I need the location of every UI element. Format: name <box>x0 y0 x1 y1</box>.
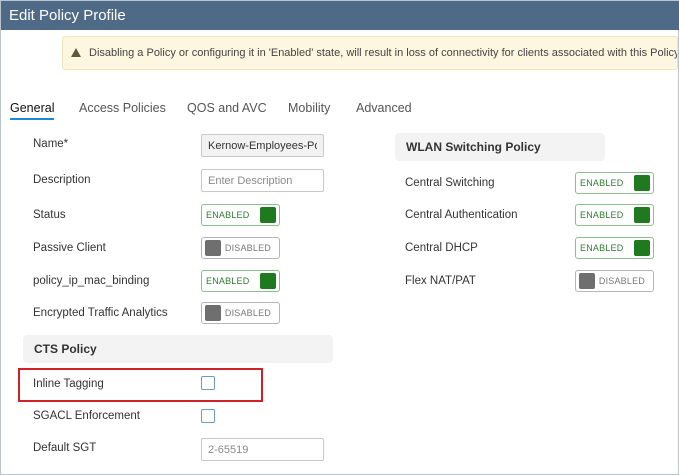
encrypted-traffic-analytics-toggle-text: DISABLED <box>224 308 271 318</box>
central-switching-label: Central Switching <box>405 177 495 189</box>
central-dhcp-toggle-text: ENABLED <box>580 243 624 253</box>
cts-policy-section-header: CTS Policy <box>23 335 333 363</box>
dialog-title: Edit Policy Profile <box>1 1 679 30</box>
sgacl-enforcement-checkbox[interactable] <box>201 409 215 423</box>
warning-alert: Disabling a Policy or configuring it in … <box>62 36 678 70</box>
wlan-switching-policy-section-header: WLAN Switching Policy <box>395 133 605 161</box>
toggle-knob <box>260 273 276 289</box>
central-dhcp-label: Central DHCP <box>405 242 478 254</box>
status-toggle-text: ENABLED <box>206 210 250 220</box>
flex-nat-pat-toggle[interactable]: DISABLED <box>575 270 654 292</box>
policy-ip-mac-binding-toggle[interactable]: ENABLED <box>201 270 280 292</box>
edit-policy-profile-dialog: Edit Policy Profile Disabling a Policy o… <box>0 0 679 475</box>
encrypted-traffic-analytics-toggle[interactable]: DISABLED <box>201 302 280 324</box>
tab-access-policies[interactable]: Access Policies <box>79 98 166 120</box>
toggle-knob <box>634 240 650 256</box>
toggle-knob <box>634 175 650 191</box>
central-dhcp-toggle[interactable]: ENABLED <box>575 237 654 259</box>
warning-message: Disabling a Policy or configuring it in … <box>89 47 678 59</box>
sgacl-enforcement-label: SGACL Enforcement <box>33 410 140 422</box>
toggle-knob <box>205 240 221 256</box>
tab-bar: General Access Policies QOS and AVC Mobi… <box>1 98 679 122</box>
central-switching-toggle-text: ENABLED <box>580 178 624 188</box>
central-authentication-toggle[interactable]: ENABLED <box>575 204 654 226</box>
toggle-knob <box>579 273 595 289</box>
tab-advanced[interactable]: Advanced <box>356 98 412 120</box>
status-toggle[interactable]: ENABLED <box>201 204 280 226</box>
central-authentication-toggle-text: ENABLED <box>580 210 624 220</box>
description-label: Description <box>33 174 91 186</box>
name-label: Name* <box>33 138 69 150</box>
policy-ip-mac-binding-label: policy_ip_mac_binding <box>33 275 150 287</box>
tab-general[interactable]: General <box>10 98 55 120</box>
toggle-knob <box>634 207 650 223</box>
description-input[interactable] <box>201 169 324 192</box>
tab-qos-and-avc[interactable]: QOS and AVC <box>187 98 267 120</box>
flex-nat-pat-label: Flex NAT/PAT <box>405 275 476 287</box>
central-switching-toggle[interactable]: ENABLED <box>575 172 654 194</box>
central-authentication-label: Central Authentication <box>405 209 518 221</box>
encrypted-traffic-analytics-label: Encrypted Traffic Analytics <box>33 307 168 319</box>
toggle-knob <box>205 305 221 321</box>
default-sgt-input[interactable] <box>201 438 324 461</box>
warning-icon <box>71 48 81 57</box>
passive-client-label: Passive Client <box>33 242 106 254</box>
default-sgt-label: Default SGT <box>33 442 97 454</box>
toggle-knob <box>260 207 276 223</box>
policy-ip-mac-binding-toggle-text: ENABLED <box>206 276 250 286</box>
inline-tagging-highlight-box <box>18 368 263 402</box>
status-label: Status <box>33 209 66 221</box>
tab-mobility[interactable]: Mobility <box>288 98 330 120</box>
flex-nat-pat-toggle-text: DISABLED <box>598 276 645 286</box>
passive-client-toggle-text: DISABLED <box>224 243 271 253</box>
name-input[interactable] <box>201 134 324 157</box>
passive-client-toggle[interactable]: DISABLED <box>201 237 280 259</box>
